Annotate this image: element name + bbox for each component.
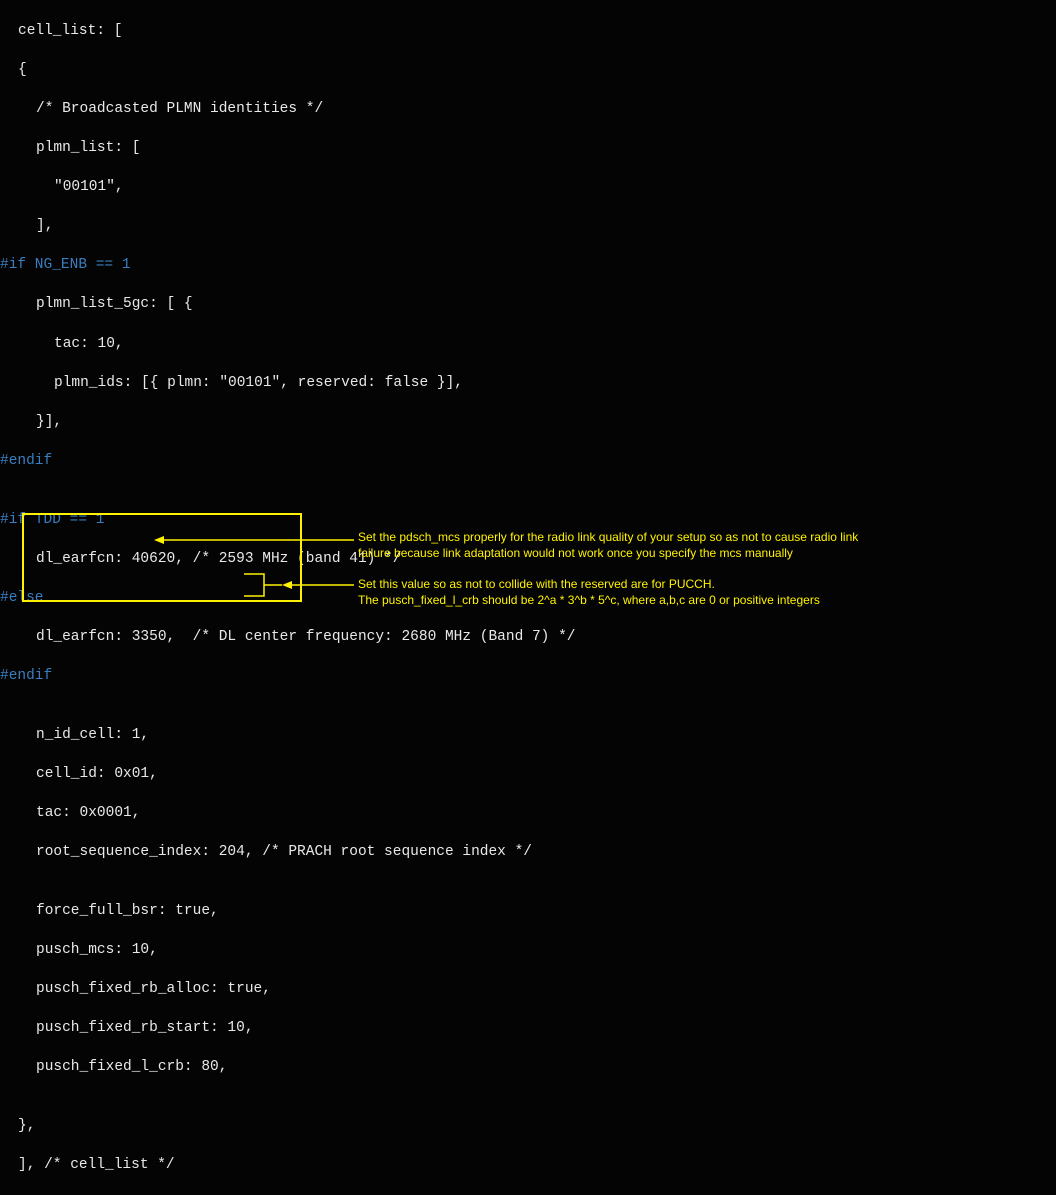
code-line: }], [0, 413, 1056, 433]
annotation-2: Set this value so as not to collide with… [358, 576, 1038, 608]
code-line: pusch_fixed_l_crb: 80, [0, 1058, 1056, 1078]
code-line: plmn_ids: [{ plmn: "00101", reserved: fa… [0, 374, 1056, 394]
code-line: force_full_bsr: true, [0, 902, 1056, 922]
code-line: cell_list: [ [0, 22, 1056, 42]
code-line: tac: 10, [0, 335, 1056, 355]
code-line: { [0, 61, 1056, 81]
preprocessor-line: #endif [0, 452, 1056, 472]
code-line: plmn_list_5gc: [ { [0, 295, 1056, 315]
code-line: }, [0, 1117, 1056, 1137]
code-line: cell_id: 0x01, [0, 765, 1056, 785]
code-line: pusch_fixed_rb_alloc: true, [0, 980, 1056, 1000]
code-line: /* Broadcasted PLMN identities */ [0, 100, 1056, 120]
code-line: tac: 0x0001, [0, 804, 1056, 824]
code-line: ], [0, 217, 1056, 237]
preprocessor-line: #endif [0, 667, 1056, 687]
code-line: pusch_mcs: 10, [0, 941, 1056, 961]
code-line: plmn_list: [ [0, 139, 1056, 159]
code-line: ], /* cell_list */ [0, 1156, 1056, 1176]
annotation-text: failure because link adaptation would no… [358, 546, 793, 560]
code-line: "00101", [0, 178, 1056, 198]
annotation-text: The pusch_fixed_l_crb should be 2^a * 3^… [358, 593, 820, 607]
preprocessor-line: #if NG_ENB == 1 [0, 256, 1056, 276]
annotation-text: Set this value so as not to collide with… [358, 577, 715, 591]
code-line: n_id_cell: 1, [0, 726, 1056, 746]
code-line: pusch_fixed_rb_start: 10, [0, 1019, 1056, 1039]
annotation-1: Set the pdsch_mcs properly for the radio… [358, 529, 1038, 561]
preprocessor-line: #if TDD == 1 [0, 511, 1056, 531]
code-line: root_sequence_index: 204, /* PRACH root … [0, 843, 1056, 863]
code-line: dl_earfcn: 3350, /* DL center frequency:… [0, 628, 1056, 648]
annotation-text: Set the pdsch_mcs properly for the radio… [358, 530, 858, 544]
